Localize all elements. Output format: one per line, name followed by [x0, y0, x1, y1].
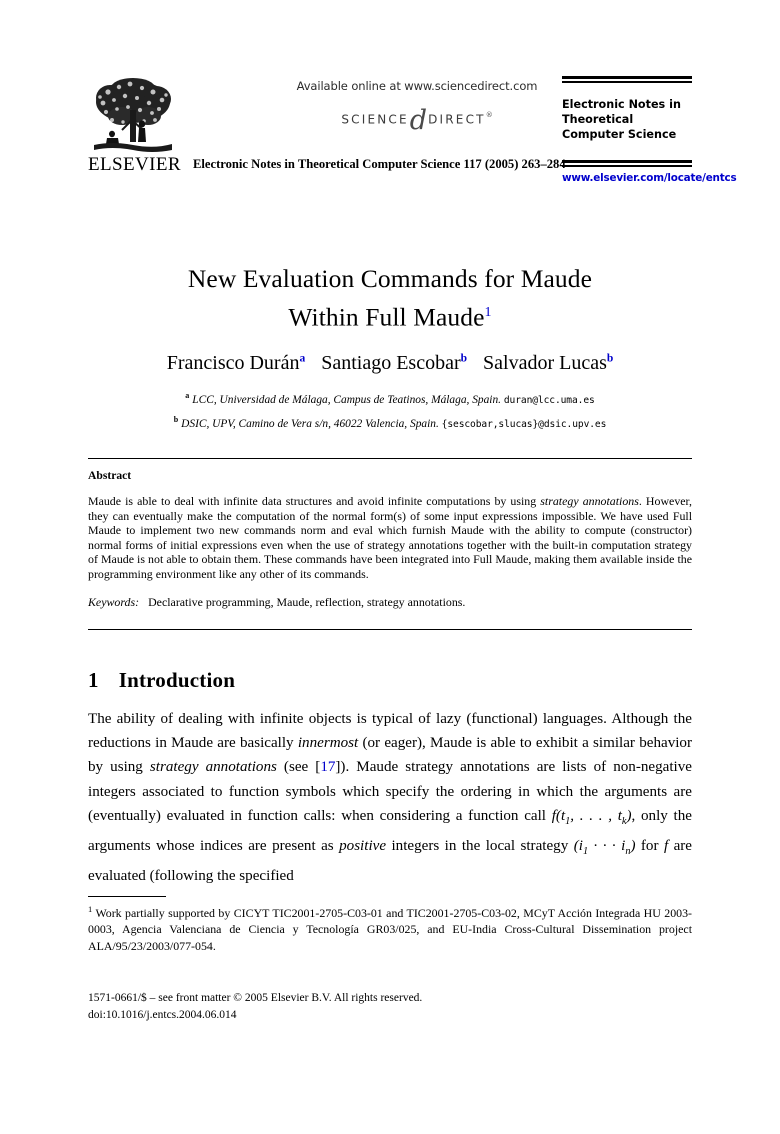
page-footer: 1571-0661/$ – see front matter © 2005 El… [88, 990, 692, 1024]
author-affiliation-marker[interactable]: a [299, 352, 305, 364]
footnote-body: Work partially supported by CICYT TIC200… [88, 905, 693, 953]
section-title: Introduction [118, 668, 236, 692]
footnote-text: 1 Work partially supported by CICYT TIC2… [88, 901, 692, 954]
intro-emphasis-innermost: innermost [297, 735, 359, 752]
affiliation-list: a LCC, Universidad de Málaga, Campus de T… [88, 386, 692, 434]
affiliation-marker: b [173, 414, 179, 424]
author-list: Francisco Durána Santiago Escobarb Salvado… [88, 352, 692, 375]
page-title: New Evaluation Commands for Maude Within… [88, 262, 692, 335]
author-affiliation-marker[interactable]: b [461, 352, 467, 364]
available-online-text: Available online at www.sciencedirect.co… [296, 79, 538, 93]
sciencedirect-left-word: SCIENCE [341, 112, 409, 127]
abstract-heading: Abstract [88, 469, 132, 482]
affiliation-text: DSIC, UPV, Camino de Vera s/n, 46022 Val… [181, 417, 439, 430]
introduction-paragraph: The ability of dealing with infinite obj… [88, 707, 692, 888]
footnote-separator-rule [88, 896, 166, 897]
affiliation-email[interactable]: duran@lcc.uma.es [504, 395, 595, 406]
math-dots: , . . . , [570, 807, 618, 824]
author-name: Francisco Durán [166, 352, 300, 374]
abstract-top-rule [88, 458, 692, 459]
title-footnote-marker[interactable]: 1 [485, 305, 492, 320]
keywords-label: Keywords: [88, 594, 140, 609]
masthead: ELSEVIER Available online at www.science… [88, 72, 737, 194]
sciencedirect-right-word: DIRECT [428, 112, 486, 127]
citation-link-17[interactable]: 17 [320, 759, 335, 775]
affiliation-item: a LCC, Universidad de Málaga, Campus de T… [88, 386, 692, 410]
intro-emphasis-positive: positive [339, 838, 387, 855]
affiliation-item: b DSIC, UPV, Camino de Vera s/n, 46022 Va… [88, 410, 692, 434]
abstract-bottom-rule [88, 629, 692, 630]
affiliation-email[interactable]: {sescobar,slucas}@dsic.upv.es [442, 419, 607, 430]
masthead-bottom-rule [562, 160, 692, 167]
section-heading: 1 Introduction [88, 668, 235, 693]
journal-name: Electronic Notes in Theoretical Computer… [562, 98, 681, 141]
keywords-line: Keywords: Declarative programming, Maude,… [88, 595, 692, 610]
footnote-marker: 1 [88, 904, 93, 914]
journal-citation-line: Electronic Notes in Theoretical Computer… [193, 157, 566, 171]
abstract-text: Maude is able to deal with infinite data… [88, 494, 692, 582]
affiliation-marker: a [185, 391, 190, 400]
section-number: 1 [88, 668, 99, 692]
elsevier-tree-logo [92, 76, 174, 156]
author-name: Salvador Lucas [483, 352, 607, 374]
journal-title-box: Electronic Notes in Theoretical Computer… [562, 76, 692, 142]
author-affiliation-marker[interactable]: b [607, 352, 613, 364]
intro-text-3: (see [ [276, 759, 321, 776]
abstract-part-1: Maude is able to deal with infinite data… [88, 494, 541, 508]
masthead-top-rule [562, 76, 692, 83]
paper-page: ELSEVIER Available online at www.science… [0, 0, 780, 1134]
journal-url-link[interactable]: www.elsevier.com/locate/entcs [562, 172, 737, 184]
intro-text-7: for [635, 838, 664, 855]
math-cdots: · · · [588, 838, 622, 855]
registered-trademark-icon: ® [485, 110, 493, 119]
abstract-block: Abstract Maude is able to deal with infi… [88, 469, 692, 609]
intro-emphasis-strategy-annotations: strategy annotations [149, 759, 277, 776]
title-block: New Evaluation Commands for Maude Within… [88, 262, 692, 335]
doi-line[interactable]: doi:10.1016/j.entcs.2004.06.014 [88, 1007, 692, 1024]
author-name: Santiago Escobar [321, 352, 461, 374]
intro-text-6: integers in the local strategy [386, 838, 574, 855]
math-function-call: f(t1, . . . , tk) [552, 807, 632, 827]
title-line-1: New Evaluation Commands for Maude [187, 264, 593, 293]
math-local-strategy: (i1 · · · in) [574, 838, 636, 857]
title-line-2: Within Full Maude [288, 302, 485, 332]
sciencedirect-logo: SCIENCEdDIRECT® [252, 104, 582, 136]
keywords-value: Declarative programming, Maude, reflecti… [148, 594, 466, 609]
sciencedirect-d-glyph: d [409, 105, 428, 136]
copyright-line: 1571-0661/$ – see front matter © 2005 El… [88, 992, 423, 1004]
elsevier-wordmark: ELSEVIER [88, 154, 181, 175]
affiliation-text: LCC, Universidad de Málaga, Campus de Te… [192, 393, 502, 406]
abstract-emphasis: strategy annotations [540, 494, 639, 508]
